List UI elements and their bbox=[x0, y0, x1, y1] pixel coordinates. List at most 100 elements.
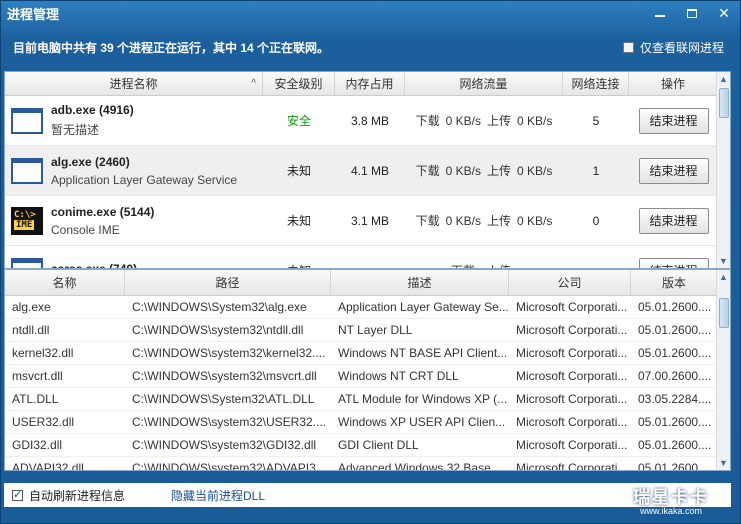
process-name: conime.exe (5144) bbox=[51, 204, 155, 219]
memory-usage: 4.1 MB bbox=[350, 163, 389, 178]
column-network-traffic[interactable]: 网络流量 bbox=[405, 72, 563, 95]
scroll-down-icon[interactable]: ▼ bbox=[717, 254, 730, 268]
dll-table: 名称 路径 描述 公司 版本 alg.exe C:\WINDOWS\System3… bbox=[4, 269, 731, 471]
column-dll-name[interactable]: 名称 bbox=[5, 270, 125, 295]
network-only-checkbox[interactable] bbox=[622, 41, 634, 53]
sort-ascending-icon: ^ bbox=[251, 78, 256, 89]
auto-refresh-label[interactable]: 自动刷新进程信息 bbox=[29, 487, 125, 504]
dll-name: ATL.DLL bbox=[12, 392, 59, 406]
dll-row[interactable]: kernel32.dll C:\WINDOWS\system32\kernel32… bbox=[5, 342, 730, 365]
dll-path: C:\WINDOWS\system32\msvcrt.dll bbox=[132, 369, 317, 383]
end-process-button[interactable]: 结束进程 bbox=[638, 107, 709, 134]
process-row[interactable]: adb.exe (4916) 暂无描述 安全 3.8 MB 下载 0 KB/s … bbox=[5, 96, 730, 146]
dll-path: C:\WINDOWS\system32\ntdll.dll bbox=[132, 323, 304, 337]
column-dll-company[interactable]: 公司 bbox=[509, 270, 631, 295]
dll-path: C:\WINDOWS\System32\alg.exe bbox=[132, 300, 307, 314]
dll-scrollbar[interactable]: ▲ ▼ bbox=[716, 270, 730, 470]
dll-description: Windows NT BASE API Client... bbox=[338, 346, 508, 360]
connection-count: 5 bbox=[592, 113, 600, 128]
download-rate: 0 KB/s bbox=[445, 163, 481, 178]
column-dll-desc[interactable]: 描述 bbox=[331, 270, 509, 295]
process-scrollbar[interactable]: ▲ ▼ bbox=[716, 72, 730, 268]
network-traffic: 下载 上传 bbox=[405, 246, 563, 268]
download-label: 下载 bbox=[415, 114, 440, 128]
dll-row[interactable]: GDI32.dll C:\WINDOWS\system32\GDI32.dll GD… bbox=[5, 434, 730, 457]
dll-version: 05.01.2600.... bbox=[638, 438, 712, 452]
network-traffic: 下载 0 KB/s 上传 0 KB/s bbox=[405, 146, 563, 195]
title-bar[interactable]: 进程管理 ✕ bbox=[1, 1, 740, 25]
dll-company: Microsoft Corporati... bbox=[516, 369, 628, 383]
minimize-button[interactable] bbox=[644, 2, 676, 24]
dll-row[interactable]: ATL.DLL C:\WINDOWS\System32\ATL.DLL ATL Mo… bbox=[5, 388, 730, 411]
scroll-up-icon[interactable]: ▲ bbox=[717, 270, 730, 284]
dll-row[interactable]: ntdll.dll C:\WINDOWS\system32\ntdll.dll NT… bbox=[5, 319, 730, 342]
upload-label: 上传 bbox=[487, 262, 511, 268]
column-memory[interactable]: 内存占用 bbox=[335, 72, 405, 95]
dll-description: ATL Module for Windows XP (... bbox=[338, 392, 508, 406]
auto-refresh-checkbox[interactable] bbox=[12, 488, 23, 501]
app-window-icon bbox=[11, 157, 43, 184]
dll-row[interactable]: USER32.dll C:\WINDOWS\system32\USER32....… bbox=[5, 411, 730, 434]
dll-name: GDI32.dll bbox=[12, 438, 63, 452]
dll-row[interactable]: alg.exe C:\WINDOWS\System32\alg.exe Applic… bbox=[5, 296, 730, 319]
summary-bar: 目前电脑中共有 39 个进程正在运行，其中 14 个正在联网。 仅查看联网进程 bbox=[1, 25, 740, 69]
process-row[interactable]: csrss.exe (740) 未知 下载 上传 结束进程 bbox=[5, 246, 730, 269]
dll-version: 05.01.2600.... bbox=[638, 461, 712, 471]
dll-description: GDI Client DLL bbox=[338, 438, 419, 452]
process-row[interactable]: C:\> IME conime.exe (5144) Console IME 未知… bbox=[5, 196, 730, 246]
process-description: 暂无描述 bbox=[51, 123, 100, 137]
process-name-cell: C:\> IME conime.exe (5144) Console IME bbox=[5, 196, 263, 245]
dll-row[interactable]: msvcrt.dll C:\WINDOWS\system32\msvcrt.dll… bbox=[5, 365, 730, 388]
column-process-name[interactable]: 进程名称 ^ bbox=[5, 72, 263, 95]
process-row[interactable]: alg.exe (2460) Application Layer Gateway… bbox=[5, 146, 730, 196]
connection-count bbox=[563, 246, 629, 268]
process-name: csrss.exe (740) bbox=[51, 261, 138, 269]
app-window-icon bbox=[11, 107, 43, 134]
network-only-label: 仅查看联网进程 bbox=[639, 40, 724, 55]
dll-row[interactable]: ADVAPI32.dll C:\WINDOWS\system32\ADVAPI3.… bbox=[5, 457, 730, 471]
column-dll-path[interactable]: 路径 bbox=[125, 270, 331, 295]
dll-company: Microsoft Corporati... bbox=[516, 461, 628, 471]
scroll-thumb[interactable] bbox=[719, 298, 729, 328]
maximize-icon bbox=[687, 8, 697, 18]
dll-path: C:\WINDOWS\system32\ADVAPI3... bbox=[132, 461, 326, 471]
maximize-button[interactable] bbox=[676, 2, 708, 24]
upload-rate: 0 KB/s bbox=[517, 113, 553, 128]
security-level: 未知 bbox=[263, 246, 335, 268]
upload-label: 上传 bbox=[487, 164, 512, 178]
column-connections[interactable]: 网络连接 bbox=[563, 72, 629, 95]
column-security-level[interactable]: 安全级别 bbox=[263, 72, 335, 95]
dll-version: 07.00.2600.... bbox=[638, 369, 712, 383]
action-cell: 结束进程 bbox=[629, 196, 718, 245]
end-process-button[interactable]: 结束进程 bbox=[638, 157, 709, 184]
dll-description: Advanced Windows 32 Base ... bbox=[338, 461, 505, 471]
end-process-button[interactable]: 结束进程 bbox=[638, 257, 709, 268]
process-name: adb.exe (4916) bbox=[51, 103, 134, 117]
app-window-icon bbox=[11, 257, 43, 268]
network-only-filter[interactable]: 仅查看联网进程 bbox=[622, 39, 728, 56]
hide-dll-link[interactable]: 隐藏当前进程DLL bbox=[171, 487, 265, 504]
process-description: Application Layer Gateway Service bbox=[51, 172, 238, 187]
process-rows: adb.exe (4916) 暂无描述 安全 3.8 MB 下载 0 KB/s … bbox=[5, 96, 730, 269]
close-button[interactable]: ✕ bbox=[708, 2, 740, 24]
download-rate: 0 KB/s bbox=[445, 113, 481, 128]
column-dll-version[interactable]: 版本 bbox=[631, 270, 718, 295]
download-label: 下载 bbox=[415, 164, 440, 178]
dll-company: Microsoft Corporati... bbox=[516, 415, 628, 429]
connection-count: 0 bbox=[592, 213, 600, 228]
action-cell: 结束进程 bbox=[629, 96, 718, 145]
watermark-text: 瑞星卡卡 bbox=[633, 488, 709, 507]
dll-version: 05.01.2600.... bbox=[638, 415, 712, 429]
dll-company: Microsoft Corporati... bbox=[516, 300, 628, 314]
memory-usage: 3.8 MB bbox=[350, 113, 389, 128]
dll-rows: alg.exe C:\WINDOWS\System32\alg.exe Applic… bbox=[5, 296, 730, 471]
action-cell: 结束进程 bbox=[629, 146, 718, 195]
end-process-button[interactable]: 结束进程 bbox=[638, 207, 709, 234]
scroll-down-icon[interactable]: ▼ bbox=[717, 456, 730, 470]
security-level: 安全 bbox=[286, 114, 311, 128]
column-action: 操作 bbox=[629, 72, 718, 95]
connection-count: 1 bbox=[592, 163, 600, 178]
scroll-up-icon[interactable]: ▲ bbox=[717, 72, 730, 86]
scroll-thumb[interactable] bbox=[719, 88, 729, 118]
download-label: 下载 bbox=[451, 262, 475, 268]
